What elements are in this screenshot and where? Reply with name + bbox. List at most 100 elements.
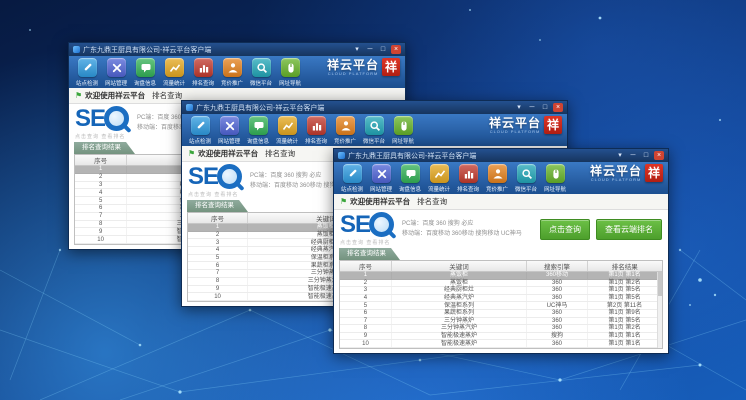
table-cell[interactable]: 9: [340, 332, 391, 340]
close-button[interactable]: ×: [654, 151, 664, 160]
toolbar-item-site-manage[interactable]: 网站管理: [367, 164, 396, 193]
table-cell[interactable]: 三分钟蒸汽炉: [391, 325, 526, 333]
toolbar-item-navigation[interactable]: 网址导航: [541, 164, 570, 193]
maximize-button[interactable]: □: [641, 151, 651, 160]
table-cell[interactable]: 2: [340, 279, 391, 287]
toolbar-item-promotion[interactable]: 竞价推广: [483, 164, 512, 193]
collapse-button[interactable]: ▾: [615, 151, 625, 160]
table-cell[interactable]: 保温柜系列: [391, 302, 526, 310]
minimize-button[interactable]: ─: [365, 45, 375, 54]
table-cell[interactable]: 9: [75, 228, 127, 236]
table-row[interactable]: 7三分钟蒸炉360第1页 第5名: [340, 317, 662, 325]
table-cell[interactable]: 三分钟蒸炉: [391, 317, 526, 325]
table-cell[interactable]: 4: [75, 189, 127, 197]
table-row[interactable]: 10智能极速蒸炉360第1页 第1名: [340, 340, 662, 348]
table-cell[interactable]: 360: [526, 294, 587, 302]
table-cell[interactable]: 7: [75, 212, 127, 220]
table-cell[interactable]: 第1页 第1名: [588, 332, 662, 340]
query-button[interactable]: 点击查询: [540, 219, 590, 240]
tab-ranking-results[interactable]: 排名查询结果: [187, 200, 248, 212]
table-cell[interactable]: 3: [340, 287, 391, 295]
table-cell[interactable]: 第1页 第2名: [588, 325, 662, 333]
table-cell[interactable]: 5: [340, 302, 391, 310]
toolbar-item-inquiry[interactable]: 询盘信息: [131, 58, 160, 87]
table-cell[interactable]: 5: [75, 197, 127, 205]
table-cell[interactable]: 3: [75, 181, 127, 189]
table-cell[interactable]: 1: [188, 224, 248, 232]
toolbar-item-promotion[interactable]: 竞价推广: [331, 116, 360, 145]
table-cell[interactable]: 7: [340, 317, 391, 325]
collapse-button[interactable]: ▾: [352, 45, 362, 54]
table-cell[interactable]: 360: [526, 325, 587, 333]
table-row[interactable]: 5保温柜系列UC神马第2页 第11名: [340, 302, 662, 310]
table-cell[interactable]: 第1页 第5名: [588, 317, 662, 325]
table-cell[interactable]: 360: [526, 287, 587, 295]
toolbar-item-promotion[interactable]: 竞价推广: [218, 58, 247, 87]
table-cell[interactable]: 360: [526, 279, 587, 287]
close-button[interactable]: ×: [553, 103, 563, 112]
table-cell[interactable]: 第1页 第5名: [588, 287, 662, 295]
toolbar-item-wechat[interactable]: 微信平台: [360, 116, 389, 145]
toolbar-item-site-check[interactable]: 站点检测: [338, 164, 367, 193]
tab-ranking-results[interactable]: 排名查询结果: [74, 142, 135, 154]
table-row[interactable]: 1蒸饭柜360移动第1页 第1名: [340, 272, 662, 280]
toolbar-item-site-check[interactable]: 站点检测: [73, 58, 102, 87]
table-cell[interactable]: 第1页 第2名: [588, 279, 662, 287]
table-cell[interactable]: 360: [526, 309, 587, 317]
table-scrollbar[interactable]: [657, 272, 662, 348]
table-row[interactable]: 2蒸饭柜360第1页 第2名: [340, 279, 662, 287]
collapse-button[interactable]: ▾: [514, 103, 524, 112]
table-cell[interactable]: 6: [340, 309, 391, 317]
table-cell[interactable]: 10: [340, 340, 391, 348]
table-cell[interactable]: 智能极速蒸炉: [391, 340, 526, 348]
cloud-ranking-button[interactable]: 查看云端排名: [596, 219, 662, 240]
toolbar-item-inquiry[interactable]: 询盘信息: [396, 164, 425, 193]
toolbar-item-site-manage[interactable]: 网站管理: [102, 58, 131, 87]
toolbar-item-site-manage[interactable]: 网站管理: [215, 116, 244, 145]
table-cell[interactable]: 360: [526, 317, 587, 325]
table-cell[interactable]: 360: [526, 340, 587, 348]
table-cell[interactable]: 4: [188, 247, 248, 255]
table-cell[interactable]: 第1页 第1名: [588, 272, 662, 280]
table-cell[interactable]: 8: [188, 277, 248, 285]
table-cell[interactable]: 7: [188, 270, 248, 278]
table-cell[interactable]: 第2页 第11名: [588, 302, 662, 310]
table-cell[interactable]: 6: [75, 204, 127, 212]
maximize-button[interactable]: □: [540, 103, 550, 112]
table-row[interactable]: 4经典蒸汽炉360第1页 第5名: [340, 294, 662, 302]
table-cell[interactable]: 第1页 第9名: [588, 309, 662, 317]
toolbar-item-traffic[interactable]: 流量统计: [160, 58, 189, 87]
minimize-button[interactable]: ─: [628, 151, 638, 160]
toolbar-item-ranking[interactable]: 排名查询: [302, 116, 331, 145]
toolbar-item-site-check[interactable]: 站点检测: [186, 116, 215, 145]
table-cell[interactable]: 2: [188, 231, 248, 239]
tab-ranking-results[interactable]: 排名查询结果: [339, 248, 400, 260]
toolbar-item-ranking[interactable]: 排名查询: [454, 164, 483, 193]
table-cell[interactable]: 8: [340, 325, 391, 333]
toolbar-item-ranking[interactable]: 排名查询: [189, 58, 218, 87]
table-cell[interactable]: 5: [188, 254, 248, 262]
table-cell[interactable]: 1: [75, 166, 127, 174]
table-cell[interactable]: 10: [75, 236, 127, 244]
minimize-button[interactable]: ─: [527, 103, 537, 112]
toolbar-item-navigation[interactable]: 网址导航: [276, 58, 305, 87]
table-cell[interactable]: 8: [75, 220, 127, 228]
title-bar[interactable]: 广东九鼎王厨具有限公司-祥云平台客户端 ▾ ─ □ ×: [334, 149, 668, 162]
table-cell[interactable]: 3: [188, 239, 248, 247]
table-cell[interactable]: 第1页 第5名: [588, 294, 662, 302]
title-bar[interactable]: 广东九鼎王厨具有限公司-祥云平台客户端 ▾ ─ □ ×: [69, 43, 405, 56]
table-cell[interactable]: 第1页 第1名: [588, 340, 662, 348]
toolbar-item-navigation[interactable]: 网址导航: [389, 116, 418, 145]
toolbar-item-wechat[interactable]: 微信平台: [247, 58, 276, 87]
table-cell[interactable]: UC神马: [526, 302, 587, 310]
table-cell[interactable]: 智能极速蒸炉: [391, 332, 526, 340]
close-button[interactable]: ×: [391, 45, 401, 54]
table-row[interactable]: 3经典厨柜灶360第1页 第5名: [340, 287, 662, 295]
table-row[interactable]: 6果蔬柜系列360第1页 第9名: [340, 309, 662, 317]
table-cell[interactable]: 经典厨柜灶: [391, 287, 526, 295]
toolbar-item-traffic[interactable]: 流量统计: [425, 164, 454, 193]
table-row[interactable]: 8三分钟蒸汽炉360第1页 第2名: [340, 325, 662, 333]
table-cell[interactable]: 4: [340, 294, 391, 302]
maximize-button[interactable]: □: [378, 45, 388, 54]
table-cell[interactable]: 1: [340, 272, 391, 280]
